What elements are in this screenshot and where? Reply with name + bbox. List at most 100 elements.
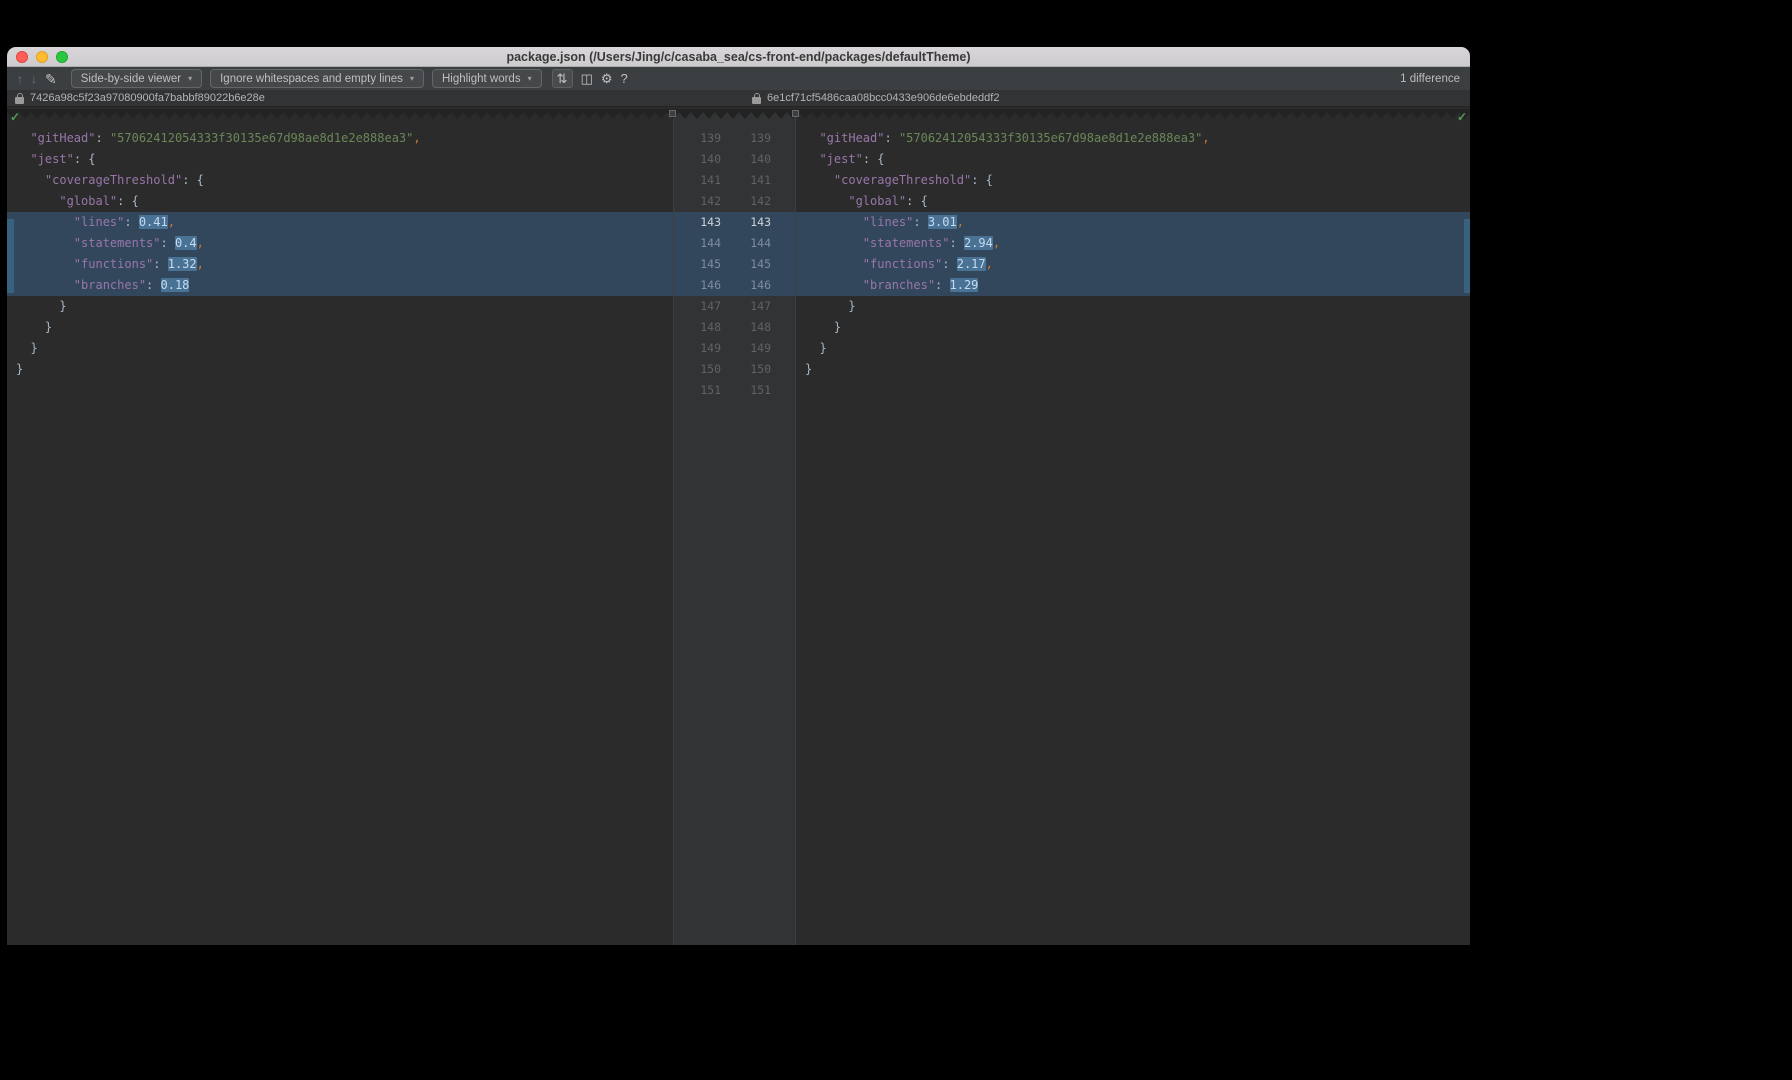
gutter-line-140[interactable]: 140 140 xyxy=(674,149,795,170)
previous-difference-icon[interactable]: ↑ xyxy=(17,73,23,85)
line-number[interactable]: 143 xyxy=(674,212,721,233)
line-number[interactable]: 148 xyxy=(721,317,771,338)
revision-bar: 7426a98c5f23a97080900fa7babbf89022b6e28e… xyxy=(7,90,1470,107)
code-token: : xyxy=(913,215,928,229)
code-token: "statements" xyxy=(862,236,950,250)
code-token: "jest" xyxy=(30,152,74,166)
code-token: "lines" xyxy=(862,215,914,229)
fold-marker-icon[interactable] xyxy=(669,110,676,117)
gutter-line-147[interactable]: 147 147 xyxy=(674,296,795,317)
fold-marker-icon[interactable] xyxy=(792,110,799,117)
gutter-line-144[interactable]: 144 144 xyxy=(674,233,795,254)
code-token: , xyxy=(956,215,964,229)
line-number[interactable]: 146 xyxy=(721,275,771,296)
code-token: "global" xyxy=(59,194,118,208)
code-token: : { xyxy=(182,173,204,187)
code-token: } xyxy=(16,299,67,313)
code-token: : xyxy=(160,236,175,250)
code-token: : xyxy=(884,131,899,145)
right-code-pane[interactable]: "gitHead": "57062412054333f30135e67d98ae… xyxy=(796,109,1470,945)
viewer-mode-dropdown[interactable]: Side-by-side viewer ▾ xyxy=(70,69,203,88)
line-number-gutter[interactable]: 139 139 140 140 141 141 142 142 143 143 144 144 145 1… xyxy=(673,109,796,945)
line-number[interactable]: 151 xyxy=(674,380,721,401)
line-number[interactable]: 148 xyxy=(674,317,721,338)
analysis-ok-icon: ✓ xyxy=(10,110,21,124)
code-token: , xyxy=(413,131,421,145)
code-line-143: "lines": 3.01, xyxy=(796,212,1470,233)
line-number[interactable]: 144 xyxy=(674,233,721,254)
change-marker-stripe[interactable] xyxy=(7,219,14,293)
chevron-down-icon: ▾ xyxy=(188,73,193,83)
gutter-line-142[interactable]: 142 142 xyxy=(674,191,795,212)
gutter-line-139[interactable]: 139 139 xyxy=(674,128,795,149)
code-line-144: "statements": 2.94, xyxy=(796,233,1470,254)
collapse-unchanged-icon[interactable]: ⇅ xyxy=(551,69,573,88)
code-line-149: } xyxy=(796,338,1470,359)
line-number[interactable]: 146 xyxy=(674,275,721,296)
gear-icon[interactable]: ⚙ xyxy=(601,72,613,85)
line-number[interactable]: 147 xyxy=(721,296,771,317)
gutter-line-151[interactable]: 151 151 xyxy=(674,380,795,401)
code-token: , xyxy=(992,236,1001,250)
edit-icon[interactable]: ✎ xyxy=(45,72,57,86)
line-number[interactable]: 143 xyxy=(721,212,771,233)
two-panes-icon[interactable]: ◫ xyxy=(581,72,593,85)
line-number[interactable]: 147 xyxy=(674,296,721,317)
code-token: "functions" xyxy=(73,257,154,271)
line-number[interactable]: 144 xyxy=(721,233,771,254)
gutter-line-150[interactable]: 150 150 xyxy=(674,359,795,380)
highlight-mode-dropdown[interactable]: Highlight words ▾ xyxy=(431,69,542,88)
line-number[interactable]: 150 xyxy=(721,359,771,380)
gutter-line-149[interactable]: 149 149 xyxy=(674,338,795,359)
window-title: package.json (/Users/Jing/c/casaba_sea/c… xyxy=(506,49,971,64)
left-code-pane[interactable]: "gitHead": "57062412054333f30135e67d98ae… xyxy=(7,109,673,945)
gutter-line-141[interactable]: 141 141 xyxy=(674,170,795,191)
code-token: } xyxy=(805,320,842,334)
titlebar[interactable]: package.json (/Users/Jing/c/casaba_sea/c… xyxy=(7,47,1470,67)
line-number[interactable]: 151 xyxy=(721,380,771,401)
line-number[interactable]: 139 xyxy=(674,128,721,149)
code-token: : xyxy=(942,257,957,271)
line-number[interactable]: 141 xyxy=(721,170,771,191)
gutter-line-146[interactable]: 146 146 xyxy=(674,275,795,296)
gutter-line-145[interactable]: 145 145 xyxy=(674,254,795,275)
minimize-button[interactable] xyxy=(36,51,48,63)
help-icon[interactable]: ? xyxy=(621,72,628,85)
line-number[interactable]: 145 xyxy=(721,254,771,275)
code-token: "57062412054333f30135e67d98ae8d1e2e888ea… xyxy=(898,131,1203,145)
gutter-line-143[interactable]: 143 143 xyxy=(674,212,795,233)
next-difference-icon[interactable]: ↓ xyxy=(31,73,37,85)
folded-lines-separator[interactable] xyxy=(7,109,1470,119)
whitespace-mode-dropdown[interactable]: Ignore whitespaces and empty lines ▾ xyxy=(210,69,424,88)
code-token: } xyxy=(16,341,38,355)
line-number[interactable]: 142 xyxy=(721,191,771,212)
code-token: : xyxy=(146,278,161,292)
close-button[interactable] xyxy=(16,51,28,63)
line-number[interactable]: 140 xyxy=(721,149,771,170)
line-number[interactable]: 142 xyxy=(674,191,721,212)
change-marker-stripe[interactable] xyxy=(1464,219,1470,293)
code-line-142: "global": { xyxy=(7,191,673,212)
line-number[interactable]: 141 xyxy=(674,170,721,191)
zoom-button[interactable] xyxy=(56,51,68,63)
toolbar: ↑ ↓ ✎ Side-by-side viewer ▾ Ignore white… xyxy=(7,67,1470,90)
line-number[interactable]: 149 xyxy=(674,338,721,359)
code-line-144: "statements": 0.4, xyxy=(7,233,673,254)
line-number[interactable]: 140 xyxy=(674,149,721,170)
line-number[interactable]: 149 xyxy=(721,338,771,359)
gutter-line-148[interactable]: 148 148 xyxy=(674,317,795,338)
line-number[interactable]: 150 xyxy=(674,359,721,380)
code-token: } xyxy=(805,362,813,376)
code-token: "gitHead" xyxy=(819,131,885,145)
code-token: "jest" xyxy=(819,152,863,166)
code-line-139: "gitHead": "57062412054333f30135e67d98ae… xyxy=(7,128,673,149)
code-token: "57062412054333f30135e67d98ae8d1e2e888ea… xyxy=(109,131,414,145)
line-number[interactable]: 139 xyxy=(721,128,771,149)
code-token: 2.17 xyxy=(956,257,986,271)
line-number[interactable]: 145 xyxy=(674,254,721,275)
